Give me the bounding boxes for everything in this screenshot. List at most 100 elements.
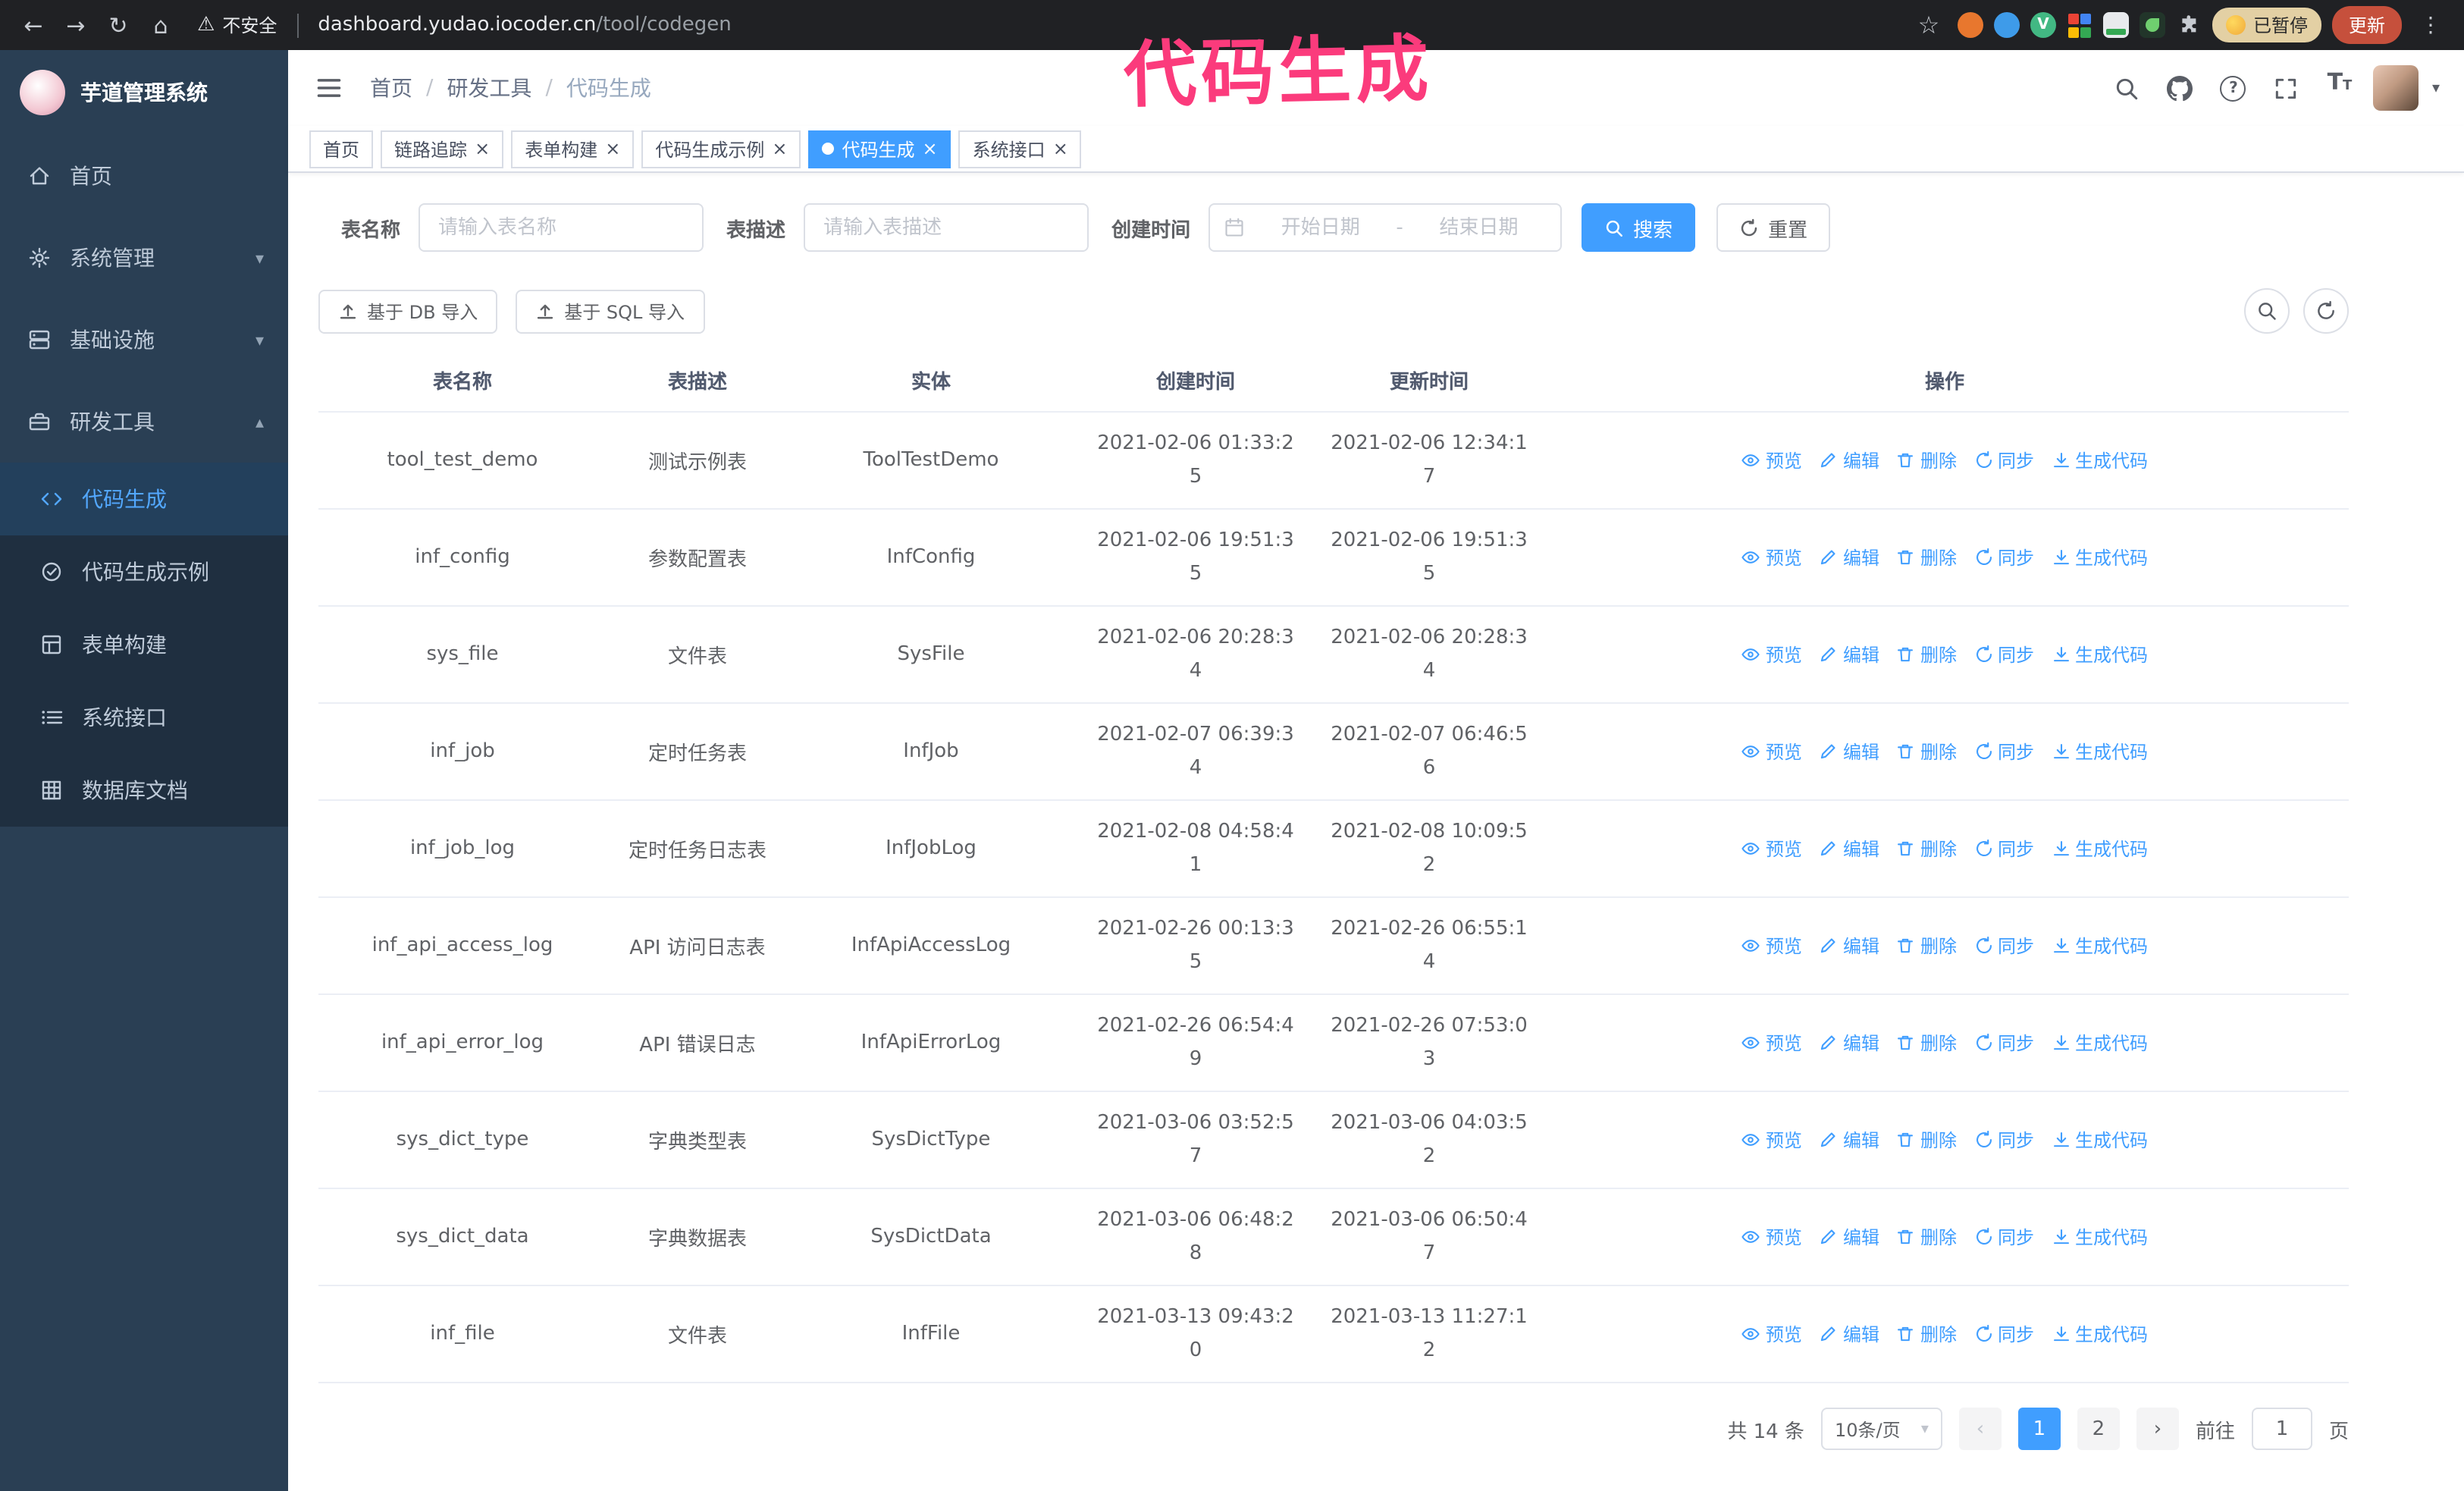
page-button-1[interactable]: 1 [2017,1408,2061,1450]
profile-paused-chip[interactable]: 已暂停 [2212,8,2321,42]
row-action-sync[interactable]: 同步 [1973,933,2034,959]
row-action-delete[interactable]: 删除 [1896,1030,1957,1056]
row-action-generate[interactable]: 生成代码 [2051,1224,2148,1250]
next-page-button[interactable]: › [2136,1408,2179,1450]
row-action-delete[interactable]: 删除 [1896,836,1957,862]
sidebar-item-codegen-example[interactable]: 代码生成示例 [0,535,288,608]
breadcrumb-devtools[interactable]: 研发工具 [447,73,531,103]
security-indicator[interactable]: ⚠ 不安全 [197,12,277,38]
url-bar[interactable]: dashboard.yudao.iocoder.cn/tool/codegen [318,14,1904,36]
update-button[interactable]: 更新 [2331,6,2402,44]
tag-tracing[interactable]: 链路追踪 × [381,130,504,168]
breadcrumb-home[interactable]: 首页 [370,73,412,103]
reset-button[interactable]: 重置 [1716,203,1831,252]
row-action-delete[interactable]: 删除 [1896,739,1957,764]
tag-codegen-example[interactable]: 代码生成示例 × [641,130,801,168]
close-icon[interactable]: × [605,140,620,158]
close-icon[interactable]: × [923,140,938,158]
row-action-sync[interactable]: 同步 [1973,1127,2034,1153]
sidebar-item-system[interactable]: 系统管理 ▾ [0,217,288,299]
row-action-delete[interactable]: 删除 [1896,933,1957,959]
row-action-sync[interactable]: 同步 [1973,836,2034,862]
tag-system-api[interactable]: 系统接口 × [958,130,1082,168]
help-icon[interactable]: ? [2214,68,2253,108]
row-action-generate[interactable]: 生成代码 [2051,739,2148,764]
row-action-preview[interactable]: 预览 [1741,836,1802,862]
close-icon[interactable]: × [1053,140,1068,158]
sidebar-toggle-icon[interactable] [312,71,346,105]
browser-extension-icon-4[interactable] [2067,12,2093,38]
sidebar-logo[interactable]: 芋道管理系统 [0,50,288,135]
fullscreen-icon[interactable] [2267,68,2306,108]
row-action-edit[interactable]: 编辑 [1819,1030,1879,1056]
row-action-preview[interactable]: 预览 [1741,447,1802,473]
page-size-select[interactable]: 10条/页 ▾ [1820,1408,1942,1450]
back-icon[interactable]: ← [15,7,52,43]
row-action-generate[interactable]: 生成代码 [2051,642,2148,667]
row-action-generate[interactable]: 生成代码 [2051,1321,2148,1347]
date-start-input[interactable] [1252,216,1389,239]
vue-devtools-extension-icon[interactable]: V [2030,12,2056,38]
sidebar-item-system-api[interactable]: 系统接口 [0,681,288,754]
user-avatar[interactable] [2372,65,2419,111]
table-name-input[interactable] [419,203,704,252]
row-action-generate[interactable]: 生成代码 [2051,1127,2148,1153]
row-action-generate[interactable]: 生成代码 [2051,545,2148,570]
sidebar-item-devtools[interactable]: 研发工具 ▴ [0,381,288,463]
row-action-delete[interactable]: 删除 [1896,1127,1957,1153]
search-button[interactable]: 搜索 [1582,203,1696,252]
row-action-edit[interactable]: 编辑 [1819,1321,1879,1347]
search-icon[interactable] [2108,68,2147,108]
home-icon[interactable]: ⌂ [143,7,179,43]
forward-icon[interactable]: → [58,7,94,43]
browser-extension-icon-6[interactable] [2139,12,2165,38]
row-action-generate[interactable]: 生成代码 [2051,1030,2148,1056]
tag-codegen-active[interactable]: 代码生成 × [808,130,951,168]
row-action-edit[interactable]: 编辑 [1819,739,1879,764]
browser-menu-kebab-icon[interactable]: ⋮ [2412,7,2449,43]
prev-page-button[interactable]: ‹ [1958,1408,2002,1450]
row-action-generate[interactable]: 生成代码 [2051,447,2148,473]
row-action-delete[interactable]: 删除 [1896,1321,1957,1347]
close-icon[interactable]: × [772,140,787,158]
sidebar-item-form-builder[interactable]: 表单构建 [0,608,288,681]
sidebar-item-codegen[interactable]: 代码生成 [0,463,288,535]
tag-home[interactable]: 首页 [309,130,374,168]
row-action-edit[interactable]: 编辑 [1819,1224,1879,1250]
reload-icon[interactable]: ↻ [100,7,136,43]
row-action-preview[interactable]: 预览 [1741,1030,1802,1056]
table-desc-input[interactable] [804,203,1089,252]
date-end-input[interactable] [1410,216,1547,239]
browser-extension-icon-2[interactable] [1993,12,2020,38]
goto-page-input[interactable] [2251,1408,2312,1450]
row-action-sync[interactable]: 同步 [1973,1030,2034,1056]
github-icon[interactable] [2161,68,2200,108]
row-action-delete[interactable]: 删除 [1896,642,1957,667]
row-action-preview[interactable]: 预览 [1741,642,1802,667]
row-action-sync[interactable]: 同步 [1973,642,2034,667]
row-action-sync[interactable]: 同步 [1973,1224,2034,1250]
row-action-sync[interactable]: 同步 [1973,739,2034,764]
row-action-edit[interactable]: 编辑 [1819,642,1879,667]
row-action-sync[interactable]: 同步 [1973,545,2034,570]
row-action-generate[interactable]: 生成代码 [2051,933,2148,959]
row-action-preview[interactable]: 预览 [1741,739,1802,764]
row-action-delete[interactable]: 删除 [1896,1224,1957,1250]
avatar-caret-icon[interactable]: ▾ [2432,80,2440,96]
sidebar-item-infra[interactable]: 基础设施 ▾ [0,299,288,381]
browser-extension-icon-1[interactable] [1957,12,1983,38]
toggle-search-button[interactable] [2244,288,2290,334]
bookmark-star-icon[interactable]: ☆ [1911,7,1947,43]
import-sql-button[interactable]: 基于 SQL 导入 [516,289,704,333]
row-action-preview[interactable]: 预览 [1741,1321,1802,1347]
extensions-puzzle-icon[interactable] [2176,12,2202,38]
row-action-preview[interactable]: 预览 [1741,1127,1802,1153]
row-action-edit[interactable]: 编辑 [1819,447,1879,473]
row-action-edit[interactable]: 编辑 [1819,545,1879,570]
row-action-edit[interactable]: 编辑 [1819,933,1879,959]
date-range-picker[interactable]: - [1208,203,1563,252]
row-action-preview[interactable]: 预览 [1741,1224,1802,1250]
page-button-2[interactable]: 2 [2077,1408,2120,1450]
import-db-button[interactable]: 基于 DB 导入 [318,289,498,333]
row-action-edit[interactable]: 编辑 [1819,836,1879,862]
